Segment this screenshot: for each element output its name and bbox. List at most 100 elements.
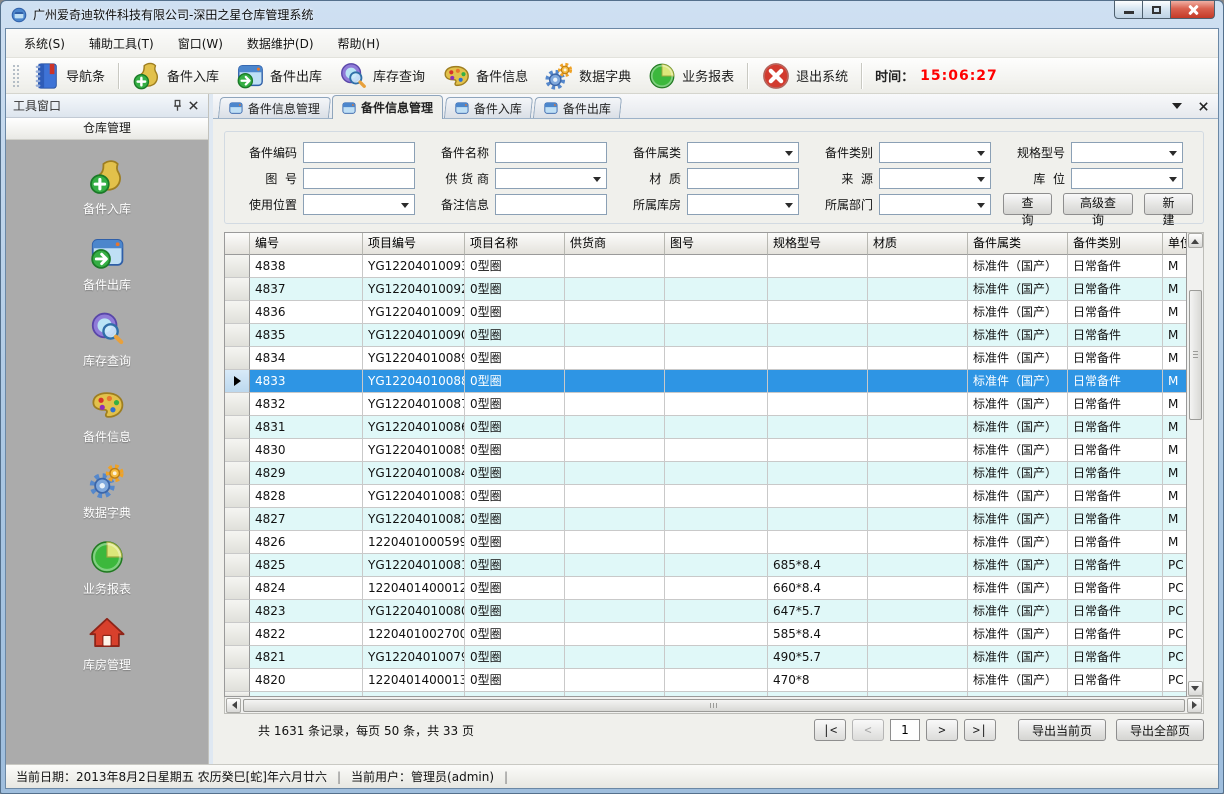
menu-aux-tools[interactable]: 辅助工具(T) (77, 30, 166, 57)
table-row[interactable]: 482012204014000130型圈470*8标准件（国产）日常备件PC (225, 669, 1187, 692)
toolbar-parts-in-button[interactable]: 备件入库 (124, 60, 227, 92)
tab-parts-info-mgmt-1[interactable]: 备件信息管理 (332, 95, 443, 119)
horizontal-scrollbar[interactable] (224, 697, 1204, 714)
table-row[interactable]: 4828YG122040100830型圈标准件（国产）日常备件M (225, 485, 1187, 508)
table-row[interactable]: 4838YG122040100930型圈标准件（国产）日常备件M (225, 255, 1187, 278)
material-input[interactable] (687, 168, 799, 189)
column-header[interactable]: 供货商 (565, 233, 665, 255)
column-header[interactable]: 单位 (1163, 233, 1187, 255)
export-current-page-button[interactable]: 导出当前页 (1018, 719, 1106, 741)
scroll-right-icon[interactable] (1187, 698, 1202, 713)
column-header[interactable]: 项目名称 (465, 233, 565, 255)
table-row[interactable]: 4823YG122040100800型圈647*5.7标准件（国产）日常备件PC (225, 600, 1187, 623)
page-number-input[interactable] (890, 719, 920, 741)
toolbar-parts-out-button[interactable]: 备件出库 (227, 60, 330, 92)
row-selector[interactable] (225, 347, 250, 370)
row-selector[interactable] (225, 301, 250, 324)
table-row[interactable]: 4833YG122040100880型圈标准件（国产）日常备件M (225, 370, 1187, 393)
column-header[interactable]: 编号 (250, 233, 363, 255)
part-code-input[interactable] (303, 142, 415, 163)
vertical-scrollbar[interactable] (1187, 232, 1204, 697)
close-button[interactable] (1170, 0, 1215, 19)
part-class-select[interactable] (687, 142, 799, 163)
horizontal-scroll-thumb[interactable] (243, 699, 1185, 712)
sidebar-section-title[interactable]: 仓库管理 (6, 118, 208, 140)
remark-input[interactable] (495, 194, 607, 215)
next-page-button[interactable]: > (926, 719, 958, 741)
scroll-down-icon[interactable] (1188, 681, 1203, 696)
source-select[interactable] (879, 168, 991, 189)
table-row[interactable]: 482212204010027000型圈585*8.4标准件（国产）日常备件PC (225, 623, 1187, 646)
row-selector[interactable] (225, 623, 250, 646)
table-row[interactable]: 4829YG122040100840型圈标准件（国产）日常备件M (225, 462, 1187, 485)
pin-icon[interactable] (169, 98, 185, 114)
menu-data-maintain[interactable]: 数据维护(D) (235, 30, 326, 57)
toolbar-exit-button[interactable]: 退出系统 (753, 60, 856, 92)
row-selector[interactable] (225, 416, 250, 439)
tool-window-close-icon[interactable] (185, 98, 201, 114)
toolbar-grip[interactable] (12, 64, 19, 88)
sidebar-item-biz-report[interactable]: 业务报表 (6, 530, 208, 606)
row-selector[interactable] (225, 485, 250, 508)
column-header[interactable]: 图号 (665, 233, 768, 255)
sidebar-item-parts-info[interactable]: 备件信息 (6, 378, 208, 454)
table-row[interactable]: 4834YG122040100890型圈标准件（国产）日常备件M (225, 347, 1187, 370)
new-button[interactable]: 新建 (1144, 193, 1193, 215)
row-selector[interactable] (225, 439, 250, 462)
drawing-no-input[interactable] (303, 168, 415, 189)
minimize-button[interactable] (1114, 0, 1143, 19)
row-selector[interactable] (225, 600, 250, 623)
first-page-button[interactable]: |< (814, 719, 846, 741)
table-row[interactable]: 482412204014000120型圈660*8.4标准件（国产）日常备件PC (225, 577, 1187, 600)
row-selector[interactable] (225, 508, 250, 531)
toolbar-stock-query-button[interactable]: 库存查询 (330, 60, 433, 92)
supplier-select[interactable] (495, 168, 607, 189)
table-row[interactable]: 4827YG122040100820型圈标准件（国产）日常备件M (225, 508, 1187, 531)
toolbar-biz-report-button[interactable]: 业务报表 (639, 60, 742, 92)
scroll-up-icon[interactable] (1188, 233, 1203, 248)
table-row[interactable]: 4821YG122040100790型圈490*5.7标准件（国产）日常备件PC (225, 646, 1187, 669)
sidebar-item-parts-in[interactable]: 备件入库 (6, 150, 208, 226)
warehouse-select[interactable] (687, 194, 799, 215)
location-select[interactable] (1071, 168, 1183, 189)
toolbar-navbar-button[interactable]: 导航条 (23, 60, 113, 92)
sidebar-item-warehouse-mgmt[interactable]: 库房管理 (6, 606, 208, 682)
table-row-partial[interactable] (225, 692, 1187, 697)
table-row[interactable]: 4835YG122040100900型圈标准件（国产）日常备件M (225, 324, 1187, 347)
sidebar-item-parts-out[interactable]: 备件出库 (6, 226, 208, 302)
row-selector[interactable] (225, 462, 250, 485)
tab-parts-out[interactable]: 备件出库 (533, 97, 622, 118)
toolbar-parts-info-button[interactable]: 备件信息 (433, 60, 536, 92)
row-selector[interactable] (225, 554, 250, 577)
menu-system[interactable]: 系统(S) (12, 30, 77, 57)
table-row[interactable]: 4825YG122040100810型圈685*8.4标准件（国产）日常备件PC (225, 554, 1187, 577)
menu-window[interactable]: 窗口(W) (166, 30, 235, 57)
table-row[interactable]: 4836YG122040100910型圈标准件（国产）日常备件M (225, 301, 1187, 324)
row-selector[interactable] (225, 577, 250, 600)
table-row[interactable]: 4837YG122040100920型圈标准件（国产）日常备件M (225, 278, 1187, 301)
use-position-select[interactable] (303, 194, 415, 215)
row-selector[interactable] (225, 278, 250, 301)
row-selector[interactable] (225, 669, 250, 692)
column-header[interactable]: 规格型号 (768, 233, 868, 255)
row-selector[interactable] (225, 393, 250, 416)
scroll-left-icon[interactable] (226, 698, 241, 713)
sidebar-item-stock-query[interactable]: 库存查询 (6, 302, 208, 378)
department-select[interactable] (879, 194, 991, 215)
prev-page-button[interactable]: < (852, 719, 884, 741)
vertical-scroll-thumb[interactable] (1189, 290, 1202, 420)
row-selector[interactable] (225, 255, 250, 278)
table-row[interactable]: 4832YG122040100870型圈标准件（国产）日常备件M (225, 393, 1187, 416)
tab-list-dropdown-icon[interactable] (1170, 99, 1184, 113)
spec-model-select[interactable] (1071, 142, 1183, 163)
row-selector[interactable] (225, 531, 250, 554)
row-selector[interactable] (225, 646, 250, 669)
tab-parts-info-mgmt-0[interactable]: 备件信息管理 (218, 97, 331, 118)
advanced-query-button[interactable]: 高级查询 (1063, 193, 1133, 215)
toolbar-data-dict-button[interactable]: 数据字典 (536, 60, 639, 92)
export-all-pages-button[interactable]: 导出全部页 (1116, 719, 1204, 741)
column-header[interactable]: 材质 (868, 233, 968, 255)
column-header[interactable]: 备件属类 (968, 233, 1068, 255)
tab-parts-in[interactable]: 备件入库 (444, 97, 533, 118)
query-button[interactable]: 查询 (1003, 193, 1052, 215)
